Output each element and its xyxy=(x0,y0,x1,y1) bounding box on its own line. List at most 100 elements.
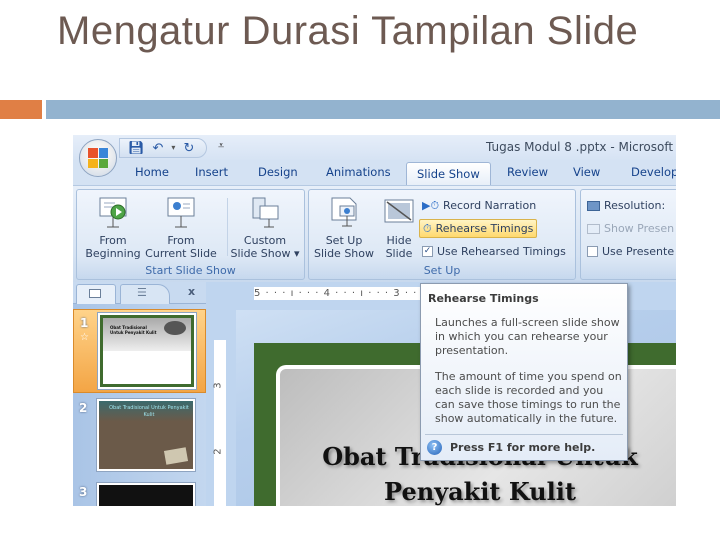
thumb-title: Obat Tradisional Untuk Penyakit Kulit xyxy=(110,325,157,335)
slide-thumbnail-row[interactable]: 3 xyxy=(73,481,206,506)
thumb-title: Obat Tradisional Untuk Penyakit Kulit xyxy=(109,405,189,418)
from-current-slide-button[interactable]: From Current Slide xyxy=(145,196,217,260)
tooltip-details: The amount of time you spend on each sli… xyxy=(435,370,622,425)
powerpoint-screenshot: 💾︎ ↶ ▾ ↻ ⩡ Tugas Modul 8 .pptx - Microso… xyxy=(73,135,676,506)
slide-number: 3 xyxy=(79,485,88,499)
slide-thumbnail-row[interactable]: 2 Obat Tradisional Untuk Penyakit Kulit xyxy=(73,397,206,477)
record-narration-button[interactable]: ▶⏱︎ Record Narration xyxy=(419,196,539,215)
slide-thumbnail-row[interactable]: 1 ☆ Obat Tradisional Untuk Penyakit Kuli… xyxy=(73,309,206,393)
rehearse-timings-label: Rehearse Timings xyxy=(435,222,534,235)
rehearse-timings-tooltip: Rehearse Timings Launches a full-screen … xyxy=(420,283,628,461)
accent-bar-orange xyxy=(0,100,42,119)
tooltip-help: ? Press F1 for more help. xyxy=(427,440,595,455)
projector-icon xyxy=(165,196,197,230)
tab-review[interactable]: Review xyxy=(507,165,548,179)
save-icon[interactable]: 💾︎ xyxy=(128,142,145,155)
record-narration-label: Record Narration xyxy=(443,199,537,212)
projector-play-icon xyxy=(97,196,129,230)
custom-show-icon xyxy=(249,196,281,230)
tab-outline[interactable]: ☰ xyxy=(120,284,170,304)
slide-thumbnail[interactable]: Obat Tradisional Untuk Penyakit Kulit xyxy=(97,399,195,471)
tooltip-description: Launches a full-screen slide show in whi… xyxy=(435,316,620,357)
office-button[interactable] xyxy=(79,139,117,177)
window-title: Tugas Modul 8 .pptx - Microsoft P xyxy=(486,140,676,154)
office-logo-icon xyxy=(88,148,108,168)
use-rehearsed-timings-checkbox[interactable]: ✓ Use Rehearsed Timings xyxy=(419,242,569,261)
pane-close-button[interactable]: x xyxy=(188,285,195,298)
tab-developer[interactable]: Develop xyxy=(631,165,676,179)
slide-number: 2 xyxy=(79,401,88,415)
ribbon-tabs: Home Insert Design Animations Slide Show… xyxy=(73,160,676,186)
customize-qat-icon[interactable]: ⩡ xyxy=(218,139,224,153)
thumb-image xyxy=(164,321,186,335)
rehearse-timings-button[interactable]: ⏱︎ Rehearse Timings xyxy=(419,219,538,238)
ribbon: From Beginning From Current Slide Custom… xyxy=(73,185,676,282)
group-monitors: Resolution: Show Presen Use Presente xyxy=(580,189,676,280)
group-set-up: Set Up Slide Show Hide Slide ▶⏱︎ Record … xyxy=(308,189,576,280)
animation-star-icon: ☆ xyxy=(80,332,89,343)
from-beginning-button[interactable]: From Beginning xyxy=(83,196,143,260)
hide-slide-label-1: Hide xyxy=(386,234,412,247)
from-current-label-1: From xyxy=(167,234,195,247)
tab-slide-show[interactable]: Slide Show xyxy=(406,162,491,186)
group-label-set-up: Set Up xyxy=(423,264,461,277)
tab-insert[interactable]: Insert xyxy=(195,165,228,179)
monitors-icon xyxy=(587,223,600,234)
from-beginning-label-2: Beginning xyxy=(85,247,141,260)
undo-dropdown-icon[interactable]: ▾ xyxy=(171,144,175,152)
tab-home[interactable]: Home xyxy=(135,165,169,179)
tooltip-title: Rehearse Timings xyxy=(428,292,539,305)
from-current-label-2: Current Slide xyxy=(145,247,217,260)
custom-slide-show-button[interactable]: Custom Slide Show ▾ xyxy=(229,196,301,260)
quick-access-toolbar: 💾︎ ↶ ▾ ↻ xyxy=(119,138,207,158)
accent-bar-blue xyxy=(46,100,720,119)
set-up-label-2: Slide Show xyxy=(313,247,375,260)
slide-thumbnail[interactable] xyxy=(97,483,195,506)
custom-show-label-1: Custom xyxy=(243,234,287,247)
set-up-show-icon xyxy=(328,196,360,230)
slides-pane: ☰ x 1 ☆ Obat Tradisional Untuk Penyakit … xyxy=(73,282,206,506)
hide-slide-icon xyxy=(383,196,415,230)
slide-thumbnail[interactable]: Obat Tradisional Untuk Penyakit Kulit xyxy=(98,313,196,389)
redo-icon[interactable]: ↻ xyxy=(183,142,194,155)
use-presenter-view-checkbox[interactable]: Use Presente xyxy=(584,242,676,261)
record-narration-icon: ▶⏱︎ xyxy=(422,198,440,212)
title-bar: 💾︎ ↶ ▾ ↻ ⩡ Tugas Modul 8 .pptx - Microso… xyxy=(73,135,676,160)
resolution-label: Resolution: xyxy=(604,199,666,212)
tooltip-help-text: Press F1 for more help. xyxy=(450,441,596,454)
slide-title: Mengatur Durasi Tampilan Slide xyxy=(57,9,639,53)
set-up-label-1: Set Up xyxy=(325,234,363,247)
help-icon: ? xyxy=(427,440,442,455)
checkbox-checked-icon: ✓ xyxy=(422,246,433,257)
checkbox-unchecked-icon xyxy=(587,246,598,257)
hide-slide-button[interactable]: Hide Slide xyxy=(379,196,419,260)
show-presentation-on-dropdown[interactable]: Show Presen xyxy=(584,219,676,238)
tab-slides[interactable] xyxy=(76,284,116,304)
tab-view[interactable]: View xyxy=(573,165,600,179)
ruler-mark: 3 xyxy=(212,382,224,389)
outline-tab-icon: ☰ xyxy=(137,286,147,299)
rehearse-timings-icon: ⏱︎ xyxy=(423,221,432,235)
hide-slide-label-2: Slide xyxy=(385,247,413,260)
pane-tabs: ☰ x xyxy=(73,282,206,304)
ruler-mark: 2 xyxy=(212,448,224,455)
separator xyxy=(227,198,228,256)
resolution-dropdown[interactable]: Resolution: xyxy=(584,196,668,215)
group-start-slide-show: From Beginning From Current Slide Custom… xyxy=(76,189,305,280)
slide-heading-line-2: Penyakit Kulit xyxy=(384,477,576,506)
tab-animations[interactable]: Animations xyxy=(326,165,391,179)
slide-number: 1 xyxy=(80,316,89,330)
use-rehearsed-label: Use Rehearsed Timings xyxy=(437,245,566,258)
group-label-start-slide-show: Start Slide Show xyxy=(145,264,236,277)
slides-tab-icon xyxy=(89,289,101,298)
tab-design[interactable]: Design xyxy=(258,165,298,179)
vertical-ruler: 3 2 xyxy=(212,340,226,506)
horizontal-ruler: 5 · · · ı · · · 4 · · · ı · · · 3 · · · … xyxy=(254,287,424,300)
tooltip-divider xyxy=(425,434,623,435)
set-up-slide-show-button[interactable]: Set Up Slide Show xyxy=(312,196,376,260)
custom-show-label-2: Slide Show ▾ xyxy=(230,247,300,260)
undo-icon[interactable]: ↶ xyxy=(153,142,164,155)
from-beginning-label-1: From xyxy=(99,234,127,247)
monitor-icon xyxy=(587,200,600,211)
thumb-image xyxy=(163,447,189,465)
